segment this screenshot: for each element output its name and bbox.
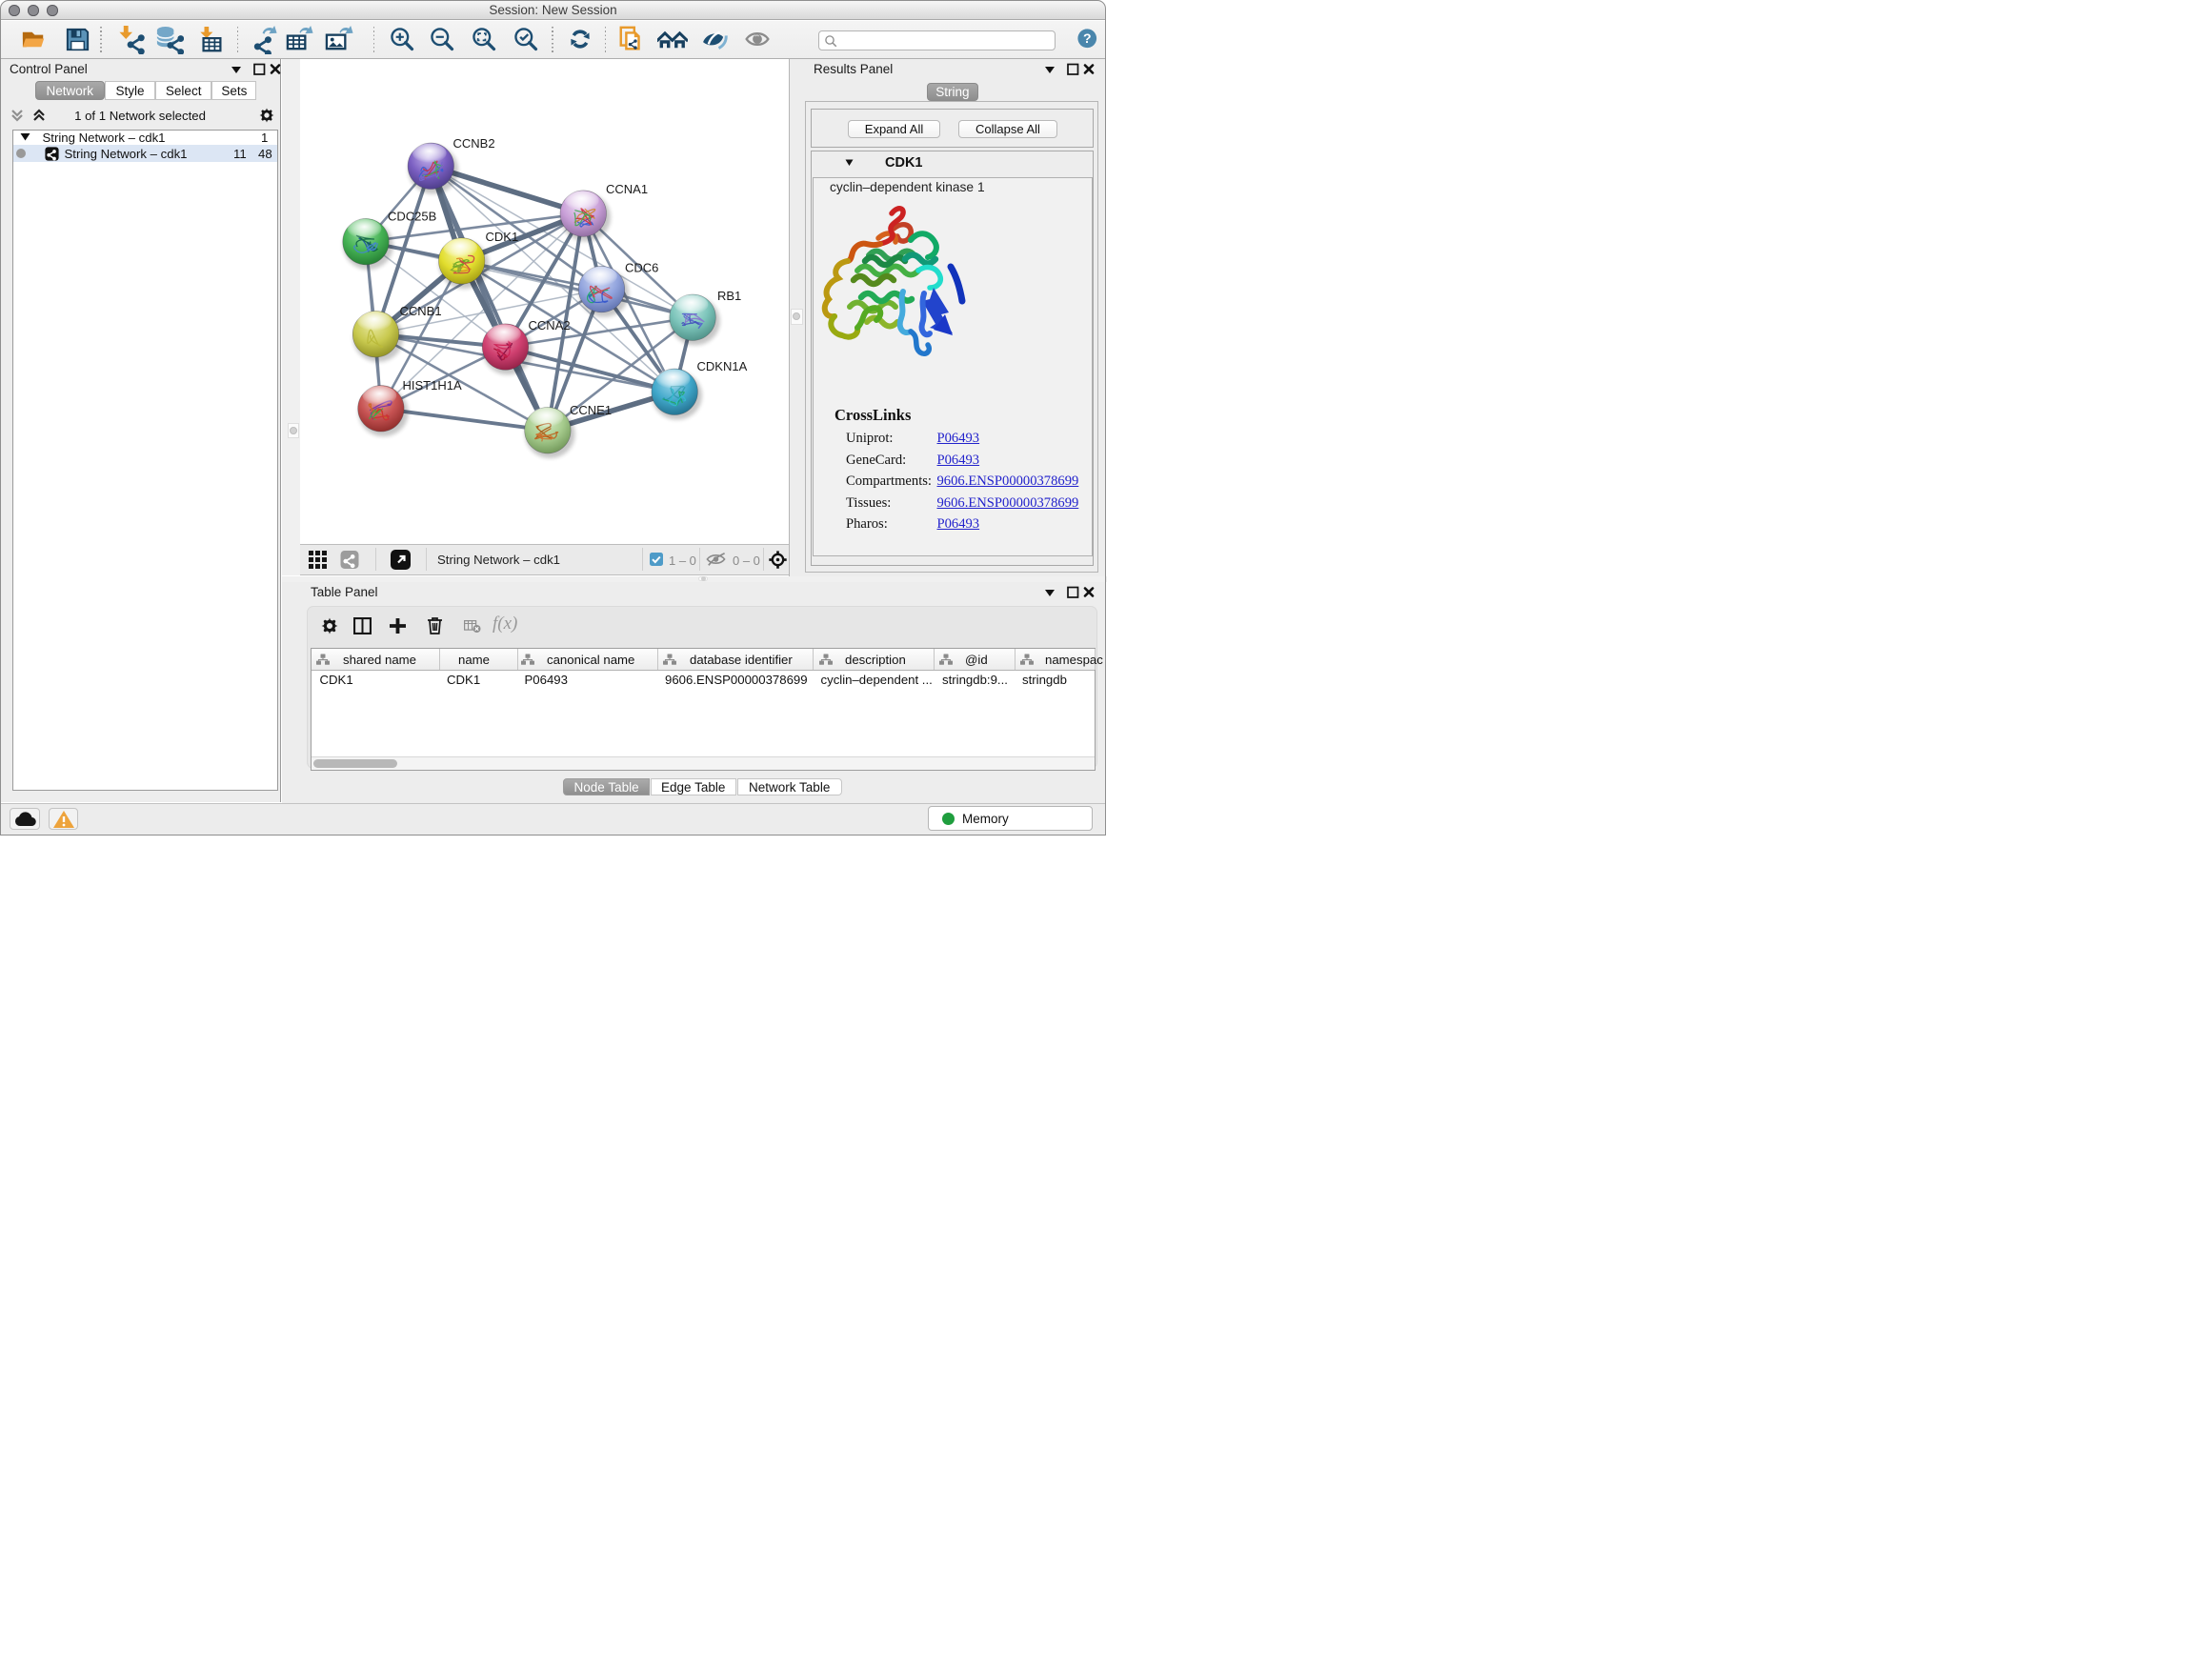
svg-text:CCNE1: CCNE1 [570, 403, 612, 417]
svg-text:CDKN1A: CDKN1A [696, 359, 747, 373]
svg-text:RB1: RB1 [717, 289, 741, 303]
svg-text:CCNA2: CCNA2 [528, 318, 570, 332]
svg-text:CDC25B: CDC25B [388, 210, 436, 224]
svg-text:HIST1H1A: HIST1H1A [402, 378, 461, 393]
svg-text:?: ? [1082, 30, 1091, 46]
svg-text:CCNB2: CCNB2 [452, 136, 494, 151]
svg-text:CCNA1: CCNA1 [606, 182, 648, 196]
svg-text:CDC6: CDC6 [625, 261, 658, 275]
svg-text:CDK1: CDK1 [485, 230, 518, 244]
svg-text:CCNB1: CCNB1 [399, 304, 441, 318]
